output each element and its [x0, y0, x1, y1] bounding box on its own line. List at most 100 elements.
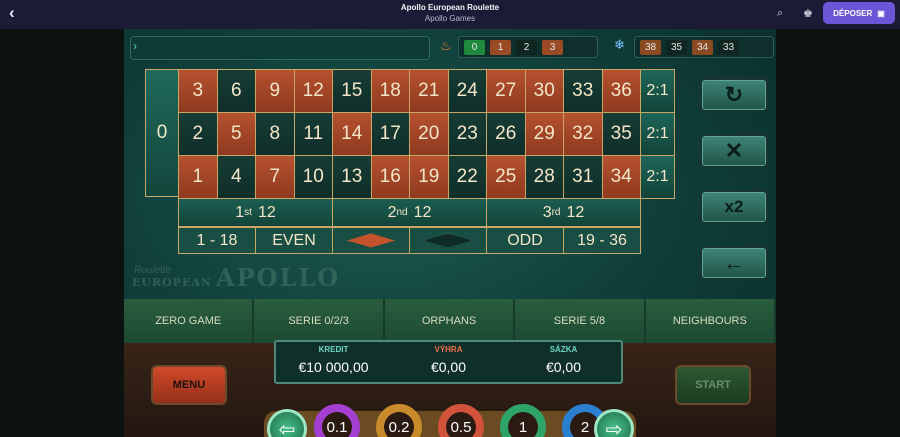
number-cell[interactable]: 21	[409, 69, 449, 113]
number-cell[interactable]: 7	[255, 155, 295, 199]
black-bet[interactable]	[409, 227, 487, 254]
number-cell[interactable]: 26	[486, 112, 526, 156]
game-title: Apollo European Roulette	[400, 3, 500, 12]
undo-icon: ↻	[724, 82, 744, 107]
number-cell[interactable]: 6	[216, 69, 256, 113]
logo-sub: EUROPEAN	[132, 276, 212, 289]
dozen-bet[interactable]: 1st 12	[178, 198, 333, 227]
red-bet[interactable]	[332, 227, 410, 254]
number-cell[interactable]: 24	[447, 69, 487, 113]
double-label: x2	[724, 197, 744, 216]
number-cell[interactable]: 23	[447, 112, 487, 156]
dozen-label: 3	[542, 203, 552, 221]
low-bet[interactable]: 1 - 18	[178, 227, 256, 254]
special-bets: ZERO GAME SERIE 0/2/3 ORPHANS SERIE 5/8 NEIG…	[124, 299, 776, 343]
odd-bet[interactable]: ODD	[486, 227, 564, 254]
win-value: €0,00	[430, 359, 467, 375]
even-bet[interactable]: EVEN	[255, 227, 333, 254]
bet-tab-0[interactable]: ZERO GAME	[124, 299, 255, 343]
number-cell[interactable]: 22	[447, 155, 487, 199]
cold-numbers: 38 35 34 33	[634, 36, 774, 58]
column-bet[interactable]: 2:1	[640, 112, 675, 156]
number-cell[interactable]: 32	[563, 112, 603, 156]
number-cell[interactable]: 9	[255, 69, 295, 113]
number-cell[interactable]: 4	[216, 155, 256, 199]
number-cell[interactable]: 17	[370, 112, 410, 156]
dozen-suffix: rd	[551, 207, 561, 218]
search-icon[interactable]: ⌕	[777, 7, 783, 20]
number-cell[interactable]: 19	[409, 155, 449, 199]
hot-numbers: 0123	[458, 36, 598, 58]
chip-0.5[interactable]: 0.5	[438, 404, 484, 437]
number-cell[interactable]: 25	[486, 155, 526, 199]
hot-number: 3	[542, 39, 563, 55]
bet-tab-2[interactable]: ORPHANS	[385, 299, 516, 343]
number-cell[interactable]: 31	[563, 155, 603, 199]
chip-1[interactable]: 1	[500, 404, 546, 437]
number-cell[interactable]: 11	[293, 112, 333, 156]
right-backdrop	[776, 29, 900, 437]
number-cell[interactable]: 16	[370, 155, 410, 199]
bet-tab-4[interactable]: NEIGHBOURS	[646, 299, 776, 343]
menu-button[interactable]: MENU	[151, 365, 227, 405]
start-button[interactable]: START	[675, 365, 751, 405]
number-cell[interactable]: 20	[409, 112, 449, 156]
chip-0.1[interactable]: 0.1	[314, 404, 360, 437]
dozen-bet[interactable]: 3rd 12	[486, 198, 641, 227]
number-cell[interactable]: 10	[293, 155, 333, 199]
high-label: 19 - 36	[577, 231, 627, 249]
win-label: VÝHRA	[434, 345, 463, 354]
number-cell[interactable]: 18	[370, 69, 410, 113]
number-cell[interactable]: 34	[601, 155, 641, 199]
deposit-button[interactable]: DÉPOSER ▣	[823, 2, 895, 24]
bet-value: €0,00	[545, 359, 582, 375]
number-cell[interactable]: 33	[563, 69, 603, 113]
number-cell[interactable]: 8	[255, 112, 295, 156]
start-label: START	[695, 379, 731, 391]
arrow-left-icon: ←	[723, 250, 745, 275]
number-cell[interactable]: 35	[601, 112, 641, 156]
number-cell[interactable]: 36	[601, 69, 641, 113]
credit-label: KREDIT	[318, 345, 349, 354]
number-0[interactable]: 0	[145, 69, 179, 197]
number-cell[interactable]: 5	[216, 112, 256, 156]
number-cell[interactable]: 30	[524, 69, 564, 113]
trophy-icon[interactable]: ♚	[803, 7, 813, 20]
dozen-end: 12	[413, 203, 432, 221]
number-cell[interactable]: 12	[293, 69, 333, 113]
number-cell[interactable]: 3	[178, 69, 218, 113]
number-cell[interactable]: 29	[524, 112, 564, 156]
number-cell[interactable]: 1	[178, 155, 218, 199]
number-cell[interactable]: 13	[332, 155, 372, 199]
undo-button[interactable]: ↻	[700, 78, 768, 112]
history-expand-icon[interactable]: ›	[133, 39, 137, 53]
bet-tab-3[interactable]: SERIE 5/8	[515, 299, 646, 343]
black-diamond	[424, 233, 472, 248]
dozen-end: 12	[257, 203, 276, 221]
column-bet[interactable]: 2:1	[640, 69, 675, 113]
back-bet-button[interactable]: ←	[700, 246, 768, 280]
dozen-label: 2	[387, 203, 397, 221]
odd-label: ODD	[507, 231, 543, 249]
number-cell[interactable]: 27	[486, 69, 526, 113]
column-bet[interactable]: 2:1	[640, 155, 675, 199]
number-cell[interactable]: 14	[332, 112, 372, 156]
number-cell[interactable]: 15	[332, 69, 372, 113]
bet-tab-1[interactable]: SERIE 0/2/3	[254, 299, 385, 343]
history-track: ›	[130, 36, 430, 60]
number-cell[interactable]: 28	[524, 155, 564, 199]
hot-number: 1	[490, 39, 511, 55]
cold-number: 35	[666, 39, 687, 55]
high-bet[interactable]: 19 - 36	[563, 227, 641, 254]
chip-0.2[interactable]: 0.2	[376, 404, 422, 437]
title-block: Apollo European Roulette Apollo Games	[0, 3, 900, 24]
number-cell[interactable]: 2	[178, 112, 218, 156]
clear-button[interactable]: ✕	[700, 134, 768, 168]
apollo-logo: EUROPEAN APOLLO	[132, 263, 340, 292]
dozen-suffix: nd	[396, 207, 408, 218]
roulette-table: 0 3 6 9 12 15 18 21 24 27 30 33 36 2 5 8 11 14 17 20 23 26 29 3…	[145, 69, 675, 296]
dozen-bet[interactable]: 2nd 12	[332, 198, 487, 227]
menu-label: MENU	[172, 379, 206, 391]
double-button[interactable]: x2	[700, 190, 768, 224]
hot-number: 2	[516, 39, 537, 55]
